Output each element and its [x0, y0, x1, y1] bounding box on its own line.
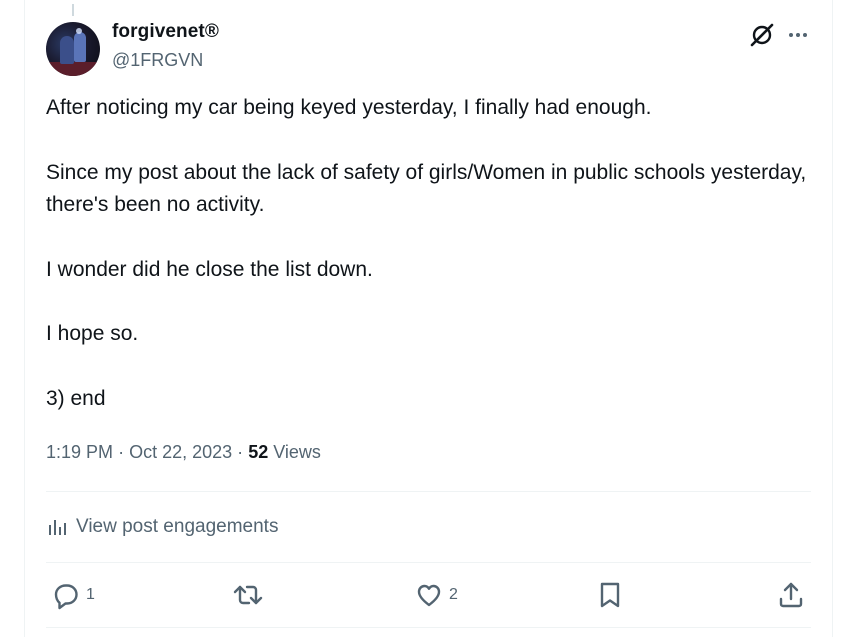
view-engagements-link[interactable]: View post engagements — [46, 512, 278, 542]
author-handle[interactable]: @1FRGVN — [112, 50, 203, 71]
divider — [46, 562, 811, 563]
divider — [46, 627, 811, 628]
thread-connector-line — [72, 4, 74, 16]
reply-button[interactable]: 1 — [50, 578, 95, 612]
repost-button[interactable] — [231, 578, 269, 612]
bookmark-button[interactable] — [594, 578, 626, 612]
reply-count: 1 — [86, 586, 95, 603]
views-label: Views — [273, 442, 321, 462]
repost-icon — [233, 585, 263, 605]
like-button[interactable]: 2 — [413, 578, 458, 612]
views-count: 52 — [248, 442, 269, 462]
post-time[interactable]: 1:19 PM — [46, 442, 113, 462]
author-display-name[interactable]: forgivenet® — [112, 21, 219, 43]
post-paragraph: Since my post about the lack of safety o… — [46, 160, 807, 217]
post-paragraph: 3) end — [46, 386, 106, 410]
avatar[interactable] — [46, 22, 100, 76]
post-paragraph: I hope so. — [46, 322, 139, 345]
meta-separator: · — [118, 442, 125, 462]
share-button[interactable] — [775, 578, 807, 612]
view-engagements-label: View post engagements — [76, 516, 279, 537]
bookmark-icon — [600, 582, 620, 608]
heart-icon — [417, 584, 441, 607]
like-count: 2 — [449, 586, 458, 603]
divider — [46, 491, 811, 492]
meta-separator: · — [237, 442, 244, 462]
bar-chart-icon — [49, 520, 66, 535]
grok-icon[interactable] — [748, 21, 776, 49]
reply-icon — [54, 584, 78, 610]
post-text: After noticing my car being keyed yester… — [46, 92, 816, 447]
post-paragraph: I wonder did he close the list down. — [46, 257, 373, 281]
share-icon — [779, 582, 803, 608]
more-icon[interactable] — [784, 21, 812, 49]
post-metadata: 1:19 PM · Oct 22, 2023 · 52 Views — [46, 442, 321, 463]
post-date[interactable]: Oct 22, 2023 — [129, 442, 232, 462]
post-paragraph: After noticing my car being keyed yester… — [46, 96, 652, 119]
